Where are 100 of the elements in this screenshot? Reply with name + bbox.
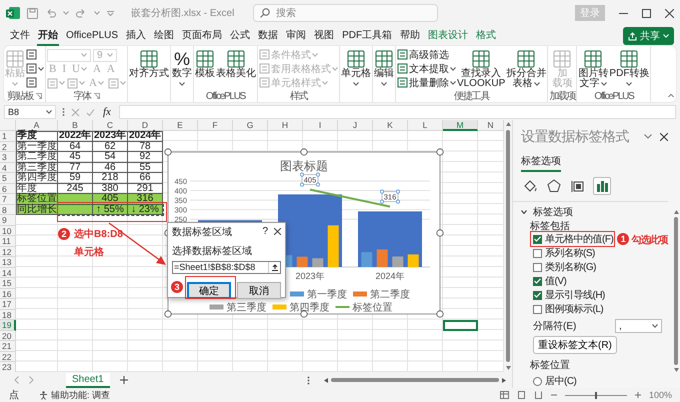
- collapse-ribbon-icon[interactable]: [668, 93, 676, 98]
- add-sheet-icon[interactable]: [120, 376, 128, 384]
- row-header[interactable]: 12: [0, 246, 16, 257]
- menu-tab[interactable]: 公式: [229, 26, 252, 46]
- column-header[interactable]: G: [233, 120, 268, 131]
- check-icon[interactable]: [86, 108, 95, 116]
- scrollbar-thumb[interactable]: [331, 378, 499, 382]
- column-header[interactable]: N: [478, 120, 504, 131]
- row-header[interactable]: 14: [0, 268, 16, 278]
- menu-tab[interactable]: 帮助: [399, 26, 422, 46]
- ribbon-button[interactable]: 编辑: [374, 48, 394, 90]
- resize-handle[interactable]: [436, 310, 444, 318]
- menu-tab[interactable]: 图表设计: [427, 26, 470, 46]
- row-header[interactable]: 2: [0, 142, 16, 152]
- column-header[interactable]: H: [268, 120, 303, 131]
- insert-function-button[interactable]: fx: [101, 106, 113, 118]
- resize-handle[interactable]: [316, 172, 320, 177]
- ribbon-button[interactable]: 拆分合并 表格: [506, 48, 546, 90]
- icon-tab[interactable]: [545, 177, 563, 195]
- menu-tab[interactable]: OfficePLUS: [65, 28, 120, 44]
- resize-handle[interactable]: [300, 148, 308, 156]
- row-header[interactable]: 8: [0, 204, 16, 215]
- collapse-dialog-icon[interactable]: [272, 264, 278, 271]
- resize-handle[interactable]: [436, 148, 444, 156]
- row-header[interactable]: 7: [0, 194, 16, 204]
- column-header[interactable]: J: [338, 120, 373, 131]
- column-header[interactable]: K: [373, 120, 408, 131]
- share-button[interactable]: 共享: [623, 27, 674, 45]
- checkbox[interactable]: 类别名称(G): [533, 260, 596, 274]
- ribbon-button[interactable]: 批量删除: [396, 76, 456, 89]
- checkbox[interactable]: 值(V): [533, 274, 566, 288]
- scrollbar-thumb[interactable]: [506, 130, 510, 362]
- maximize-icon[interactable]: [642, 8, 651, 18]
- row-header[interactable]: 23: [0, 362, 16, 372]
- column-header[interactable]: M: [443, 120, 478, 131]
- resize-handle[interactable]: [380, 200, 384, 204]
- row-header[interactable]: 19: [0, 320, 16, 330]
- checkbox[interactable]: 系列名称(S): [533, 246, 595, 260]
- row-header[interactable]: 21: [0, 341, 16, 352]
- menu-tab[interactable]: 文件: [9, 26, 31, 46]
- zoom-slider-thumb[interactable]: [594, 392, 597, 398]
- page-break-icon[interactable]: [534, 391, 543, 399]
- ribbon-button[interactable]: 图片转 文字: [578, 48, 608, 90]
- column-header[interactable]: L: [408, 120, 443, 131]
- ribbon-button[interactable]: 单元格: [340, 48, 371, 90]
- search-field[interactable]: 搜索: [253, 4, 438, 22]
- column-header[interactable]: D: [128, 120, 163, 131]
- close-icon[interactable]: [274, 228, 281, 235]
- row-header[interactable]: 1: [0, 131, 16, 142]
- ribbon-button[interactable]: 对齐方式: [128, 48, 169, 80]
- row-header[interactable]: 17: [0, 299, 16, 310]
- previous-sheet-icon[interactable]: [14, 376, 19, 384]
- name-box[interactable]: B8: [4, 105, 56, 119]
- column-header[interactable]: E: [163, 120, 198, 131]
- ribbon-button[interactable]: 高级筛选: [396, 48, 456, 61]
- save-icon[interactable]: [27, 8, 38, 18]
- row-header[interactable]: 11: [0, 236, 16, 246]
- menu-tab[interactable]: 页面布局: [181, 26, 224, 46]
- column-header[interactable]: F: [198, 120, 233, 131]
- ribbon-button[interactable]: 文本提取: [396, 62, 456, 75]
- zoom-out-icon[interactable]: [550, 392, 557, 398]
- undo-icon[interactable]: [45, 8, 56, 18]
- normal-view-icon[interactable]: [500, 391, 509, 399]
- row-header[interactable]: 6: [0, 184, 16, 194]
- redo-icon[interactable]: [76, 8, 87, 18]
- help-button[interactable]: ?: [262, 226, 268, 237]
- scrollbar-thumb[interactable]: [674, 217, 678, 365]
- column-header[interactable]: I: [303, 120, 338, 131]
- resize-handle[interactable]: [300, 182, 304, 187]
- row-header[interactable]: 18: [0, 310, 16, 320]
- column-header[interactable]: C: [93, 120, 128, 131]
- range-input[interactable]: =Sheet1!$B$8:$D$8: [172, 261, 281, 274]
- tool-button[interactable]: [26, 62, 44, 75]
- resize-handle[interactable]: [396, 190, 400, 194]
- resize-handle[interactable]: [164, 148, 172, 156]
- ribbon-button[interactable]: 模板: [194, 48, 215, 80]
- menu-tab[interactable]: 审阅: [285, 26, 308, 46]
- row-header[interactable]: 9: [0, 215, 16, 226]
- resize-handle[interactable]: [300, 310, 308, 318]
- checkbox[interactable]: 图例项标示(L): [533, 302, 604, 316]
- row-header[interactable]: 22: [0, 352, 16, 362]
- pane-tab[interactable]: 标签选项: [521, 152, 561, 172]
- close-icon[interactable]: [665, 8, 674, 18]
- row-header[interactable]: 5: [0, 173, 16, 184]
- resize-handle[interactable]: [380, 190, 384, 194]
- menu-tab[interactable]: 数据: [257, 26, 280, 46]
- accessibility-status[interactable]: 辅助功能: 调查: [51, 388, 110, 402]
- row-header[interactable]: 3: [0, 152, 16, 162]
- reset-label-text-button[interactable]: 重设标签文本(R): [533, 336, 617, 354]
- formula-input[interactable]: [118, 105, 676, 119]
- radio-button[interactable]: 居中(C): [533, 374, 576, 388]
- column-header[interactable]: B: [58, 120, 93, 131]
- row-header[interactable]: 20: [0, 330, 16, 341]
- menu-tab[interactable]: 绘图: [153, 26, 176, 46]
- accessibility-icon[interactable]: [39, 390, 48, 400]
- active-cell[interactable]: [443, 320, 478, 330]
- more-options-icon[interactable]: [307, 376, 310, 384]
- scroll-right-icon[interactable]: [502, 378, 506, 382]
- menu-tab[interactable]: 视图: [313, 26, 336, 46]
- customize-menu-icon[interactable]: [107, 10, 114, 16]
